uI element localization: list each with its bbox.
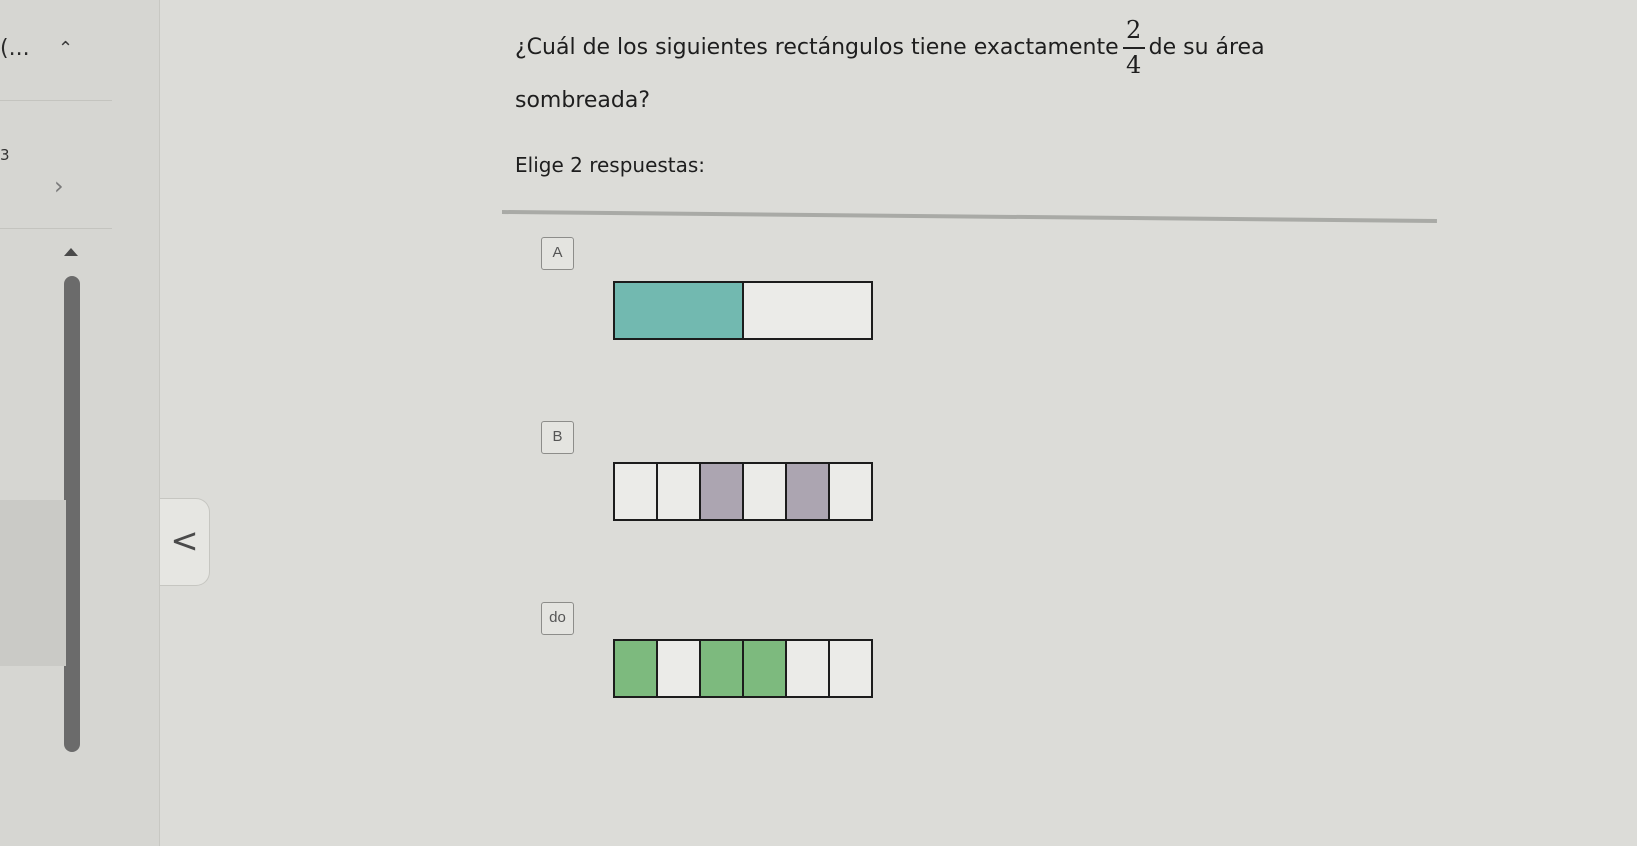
question-text-before: ¿Cuál de los siguientes rectángulos tien… [515, 34, 1119, 60]
option-c-letter-button[interactable]: do [541, 602, 574, 635]
option-b-rectangle[interactable] [613, 462, 873, 521]
option-b-letter-button[interactable]: B [541, 421, 574, 454]
shaded-cell [787, 464, 830, 519]
unshaded-cell [830, 641, 871, 696]
unshaded-cell [658, 464, 701, 519]
question-text: ¿Cuál de los siguientes rectángulos tien… [515, 16, 1395, 114]
shaded-cell [615, 283, 744, 338]
shaded-cell [701, 464, 744, 519]
sidebar-divider [0, 228, 112, 229]
sidebar-scrollbar[interactable] [64, 276, 80, 752]
sidebar: (... ⌃ 3 › [0, 0, 160, 846]
option-a-rectangle[interactable] [613, 281, 873, 340]
fraction-denominator: 4 [1125, 50, 1142, 79]
prev-button[interactable]: < [160, 498, 210, 586]
unshaded-cell [830, 464, 871, 519]
sidebar-divider [0, 100, 112, 101]
chevron-up-icon[interactable]: ⌃ [58, 38, 73, 59]
fraction: 2 4 [1122, 16, 1145, 80]
section-divider [501, 210, 1437, 223]
sidebar-ellipsis[interactable]: (... [0, 36, 30, 61]
unshaded-cell [744, 464, 787, 519]
sidebar-item-number: 3 [0, 146, 10, 164]
shaded-cell [744, 641, 787, 696]
option-c-rectangle[interactable] [613, 639, 873, 698]
option-a-letter-button[interactable]: A [541, 237, 574, 270]
triangle-up-icon[interactable] [64, 248, 78, 256]
question-text-after: de su área [1148, 34, 1265, 60]
fraction-numerator: 2 [1125, 16, 1142, 44]
chevron-left-icon: < [170, 521, 199, 561]
unshaded-cell [615, 464, 658, 519]
unshaded-cell [744, 283, 871, 338]
shaded-cell [615, 641, 658, 696]
unshaded-cell [787, 641, 830, 696]
fraction-bar [1122, 46, 1145, 49]
sidebar-panel [0, 500, 66, 666]
chevron-right-icon[interactable]: › [54, 172, 64, 200]
unshaded-cell [658, 641, 701, 696]
answer-prompt: Elige 2 respuestas: [515, 153, 706, 177]
shaded-cell [701, 641, 744, 696]
question-text-line2: sombreada? [515, 87, 651, 113]
